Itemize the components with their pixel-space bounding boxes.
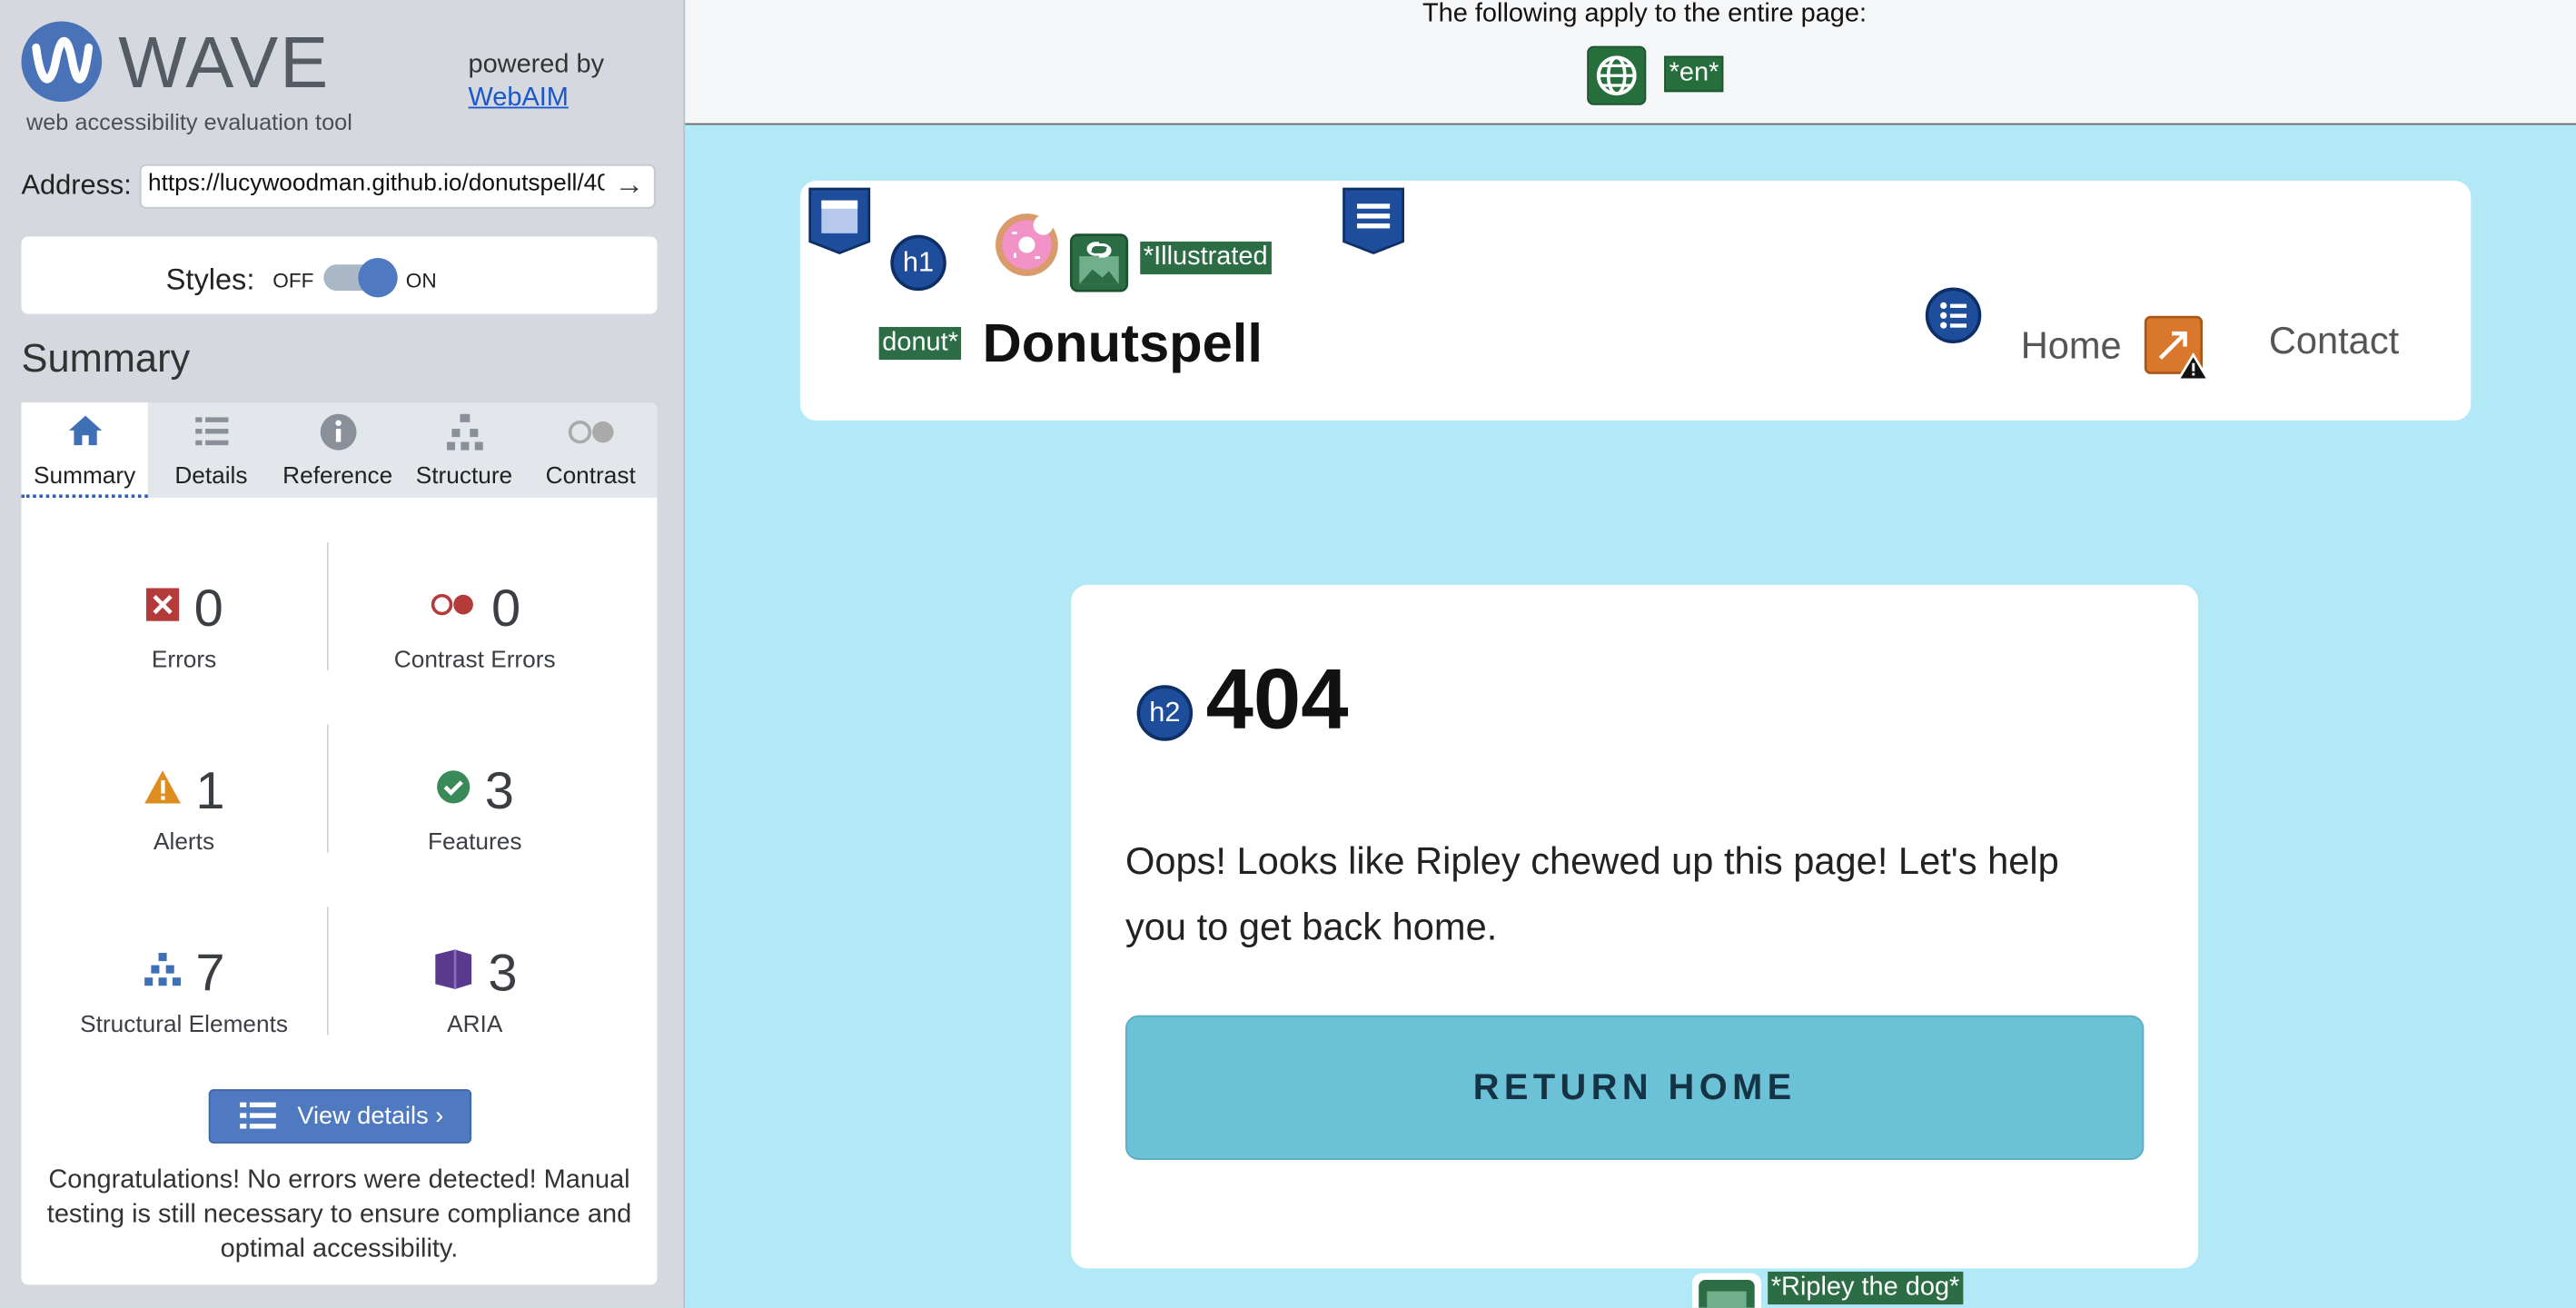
stat-count: 7 <box>195 942 225 1002</box>
wave-logo-icon <box>21 21 103 103</box>
error-message: Oops! Looks like Ripley chewed up this p… <box>1125 839 2059 948</box>
powered-by: powered by WebAIM <box>468 49 604 114</box>
stat-count: 3 <box>484 759 514 819</box>
ripley-alt-text-tag[interactable]: *Ripley the dog* <box>1768 1271 1963 1305</box>
alert-icon <box>144 768 183 813</box>
stat-alerts[interactable]: 1 Alerts <box>36 758 332 857</box>
stat-features[interactable]: 3 Features <box>327 758 623 857</box>
panel-tabs: Summary Details Reference Structure Cont… <box>21 402 658 499</box>
error-card: h2 404 Oops! Looks like Ripley chewed up… <box>1071 584 2199 1269</box>
stat-aria[interactable]: 3 ARIA <box>327 940 623 1039</box>
error-icon <box>144 586 181 630</box>
page-wide-label: The following apply to the entire page: <box>1422 0 1868 28</box>
nav-home-link[interactable]: Home <box>2021 323 2122 368</box>
info-icon <box>274 412 401 451</box>
summary-panel: 0 Errors 0 Contrast Errors 1 Alerts 3 Fe… <box>21 498 658 1285</box>
powered-by-text: powered by <box>468 51 605 79</box>
h2-badge[interactable]: h2 <box>1136 685 1194 741</box>
error-heading: 404 <box>1205 652 1349 748</box>
brand-name[interactable]: Donutspell <box>983 312 1263 375</box>
logo-alt-text-tag[interactable]: *Illustrated <box>1140 241 1272 275</box>
site-header: h1 *Illustrated donut* Donutspell Home C… <box>799 180 2472 421</box>
stat-label: Features <box>427 829 522 857</box>
contrast-error-icon <box>429 589 478 627</box>
tab-label: Reference <box>282 463 393 490</box>
list-icon <box>240 1101 276 1137</box>
view-details-label: View details › <box>297 1102 444 1131</box>
list-icon[interactable] <box>1925 287 1982 344</box>
styles-toggle[interactable] <box>323 257 398 298</box>
styles-label: Styles: <box>165 263 255 296</box>
wave-sidebar: WAVE web accessibility evaluation tool p… <box>0 0 686 1308</box>
address-label: Address: <box>21 169 132 201</box>
contrast-icon <box>528 412 654 451</box>
view-details-button[interactable]: View details › <box>208 1089 472 1144</box>
stat-contrast-errors[interactable]: 0 Contrast Errors <box>327 575 623 674</box>
tab-label: Structure <box>415 463 513 490</box>
address-bar: → <box>139 164 656 209</box>
toggle-knob[interactable] <box>358 257 398 298</box>
stat-errors[interactable]: 0 Errors <box>36 575 332 674</box>
stat-count: 3 <box>488 942 518 1002</box>
tab-label: Contrast <box>545 463 636 490</box>
tab-reference[interactable]: Reference <box>274 402 401 498</box>
styles-on-label: ON <box>405 269 437 292</box>
structure-icon <box>401 412 527 451</box>
structure-icon <box>144 950 183 995</box>
return-home-button[interactable]: RETURN HOME <box>1125 1015 2145 1160</box>
globe-icon[interactable] <box>1587 45 1647 105</box>
tab-structure[interactable]: Structure <box>401 402 527 498</box>
logo-alt-text-tag-cont[interactable]: donut* <box>878 326 962 361</box>
list-icon <box>148 412 274 451</box>
stat-count: 0 <box>193 577 223 637</box>
header-landmark-icon[interactable] <box>807 185 872 263</box>
tab-label: Summary <box>34 463 136 490</box>
logo-subtitle: web accessibility evaluation tool <box>25 108 352 135</box>
stat-label: Structural Elements <box>80 1012 289 1039</box>
stat-structural-elements[interactable]: 7 Structural Elements <box>36 940 332 1039</box>
home-icon <box>22 412 148 451</box>
summary-title: Summary <box>21 336 191 382</box>
tab-details[interactable]: Details <box>148 402 274 498</box>
webaim-link[interactable]: WebAIM <box>468 82 604 114</box>
aria-icon <box>432 947 475 998</box>
stat-label: Alerts <box>154 829 215 857</box>
nav-contact-link[interactable]: Contact <box>2269 319 2399 363</box>
arrow-right-icon[interactable]: → <box>614 167 644 202</box>
address-input[interactable] <box>147 171 605 198</box>
stat-label: Contrast Errors <box>393 647 556 674</box>
styles-off-label: OFF <box>272 269 314 292</box>
page-preview: The following apply to the entire page: … <box>685 0 2576 1308</box>
donut-logo-icon <box>994 212 1059 285</box>
language-tag[interactable]: *en* <box>1664 55 1724 93</box>
tab-contrast[interactable]: Contrast <box>528 402 654 498</box>
linked-image-icon[interactable] <box>1069 233 1129 301</box>
tab-label: Details <box>174 463 248 490</box>
h1-badge[interactable]: h1 <box>890 234 946 292</box>
page-wide-bar: The following apply to the entire page: … <box>685 0 2576 125</box>
logo-text: WAVE <box>118 23 330 104</box>
stat-label: Errors <box>151 647 217 674</box>
ripley-image-icon[interactable] <box>1691 1273 1761 1308</box>
congrats-message: Congratulations! No errors were detected… <box>46 1166 632 1263</box>
redundant-link-alert-icon[interactable] <box>2144 315 2211 389</box>
feature-icon <box>435 768 471 813</box>
stat-count: 1 <box>195 759 225 819</box>
styles-toggle-panel: Styles: OFF ON <box>21 236 658 314</box>
stat-count: 0 <box>490 577 521 637</box>
navigation-landmark-icon[interactable] <box>1341 185 1406 263</box>
tab-summary[interactable]: Summary <box>21 402 148 499</box>
stat-label: ARIA <box>447 1012 503 1039</box>
